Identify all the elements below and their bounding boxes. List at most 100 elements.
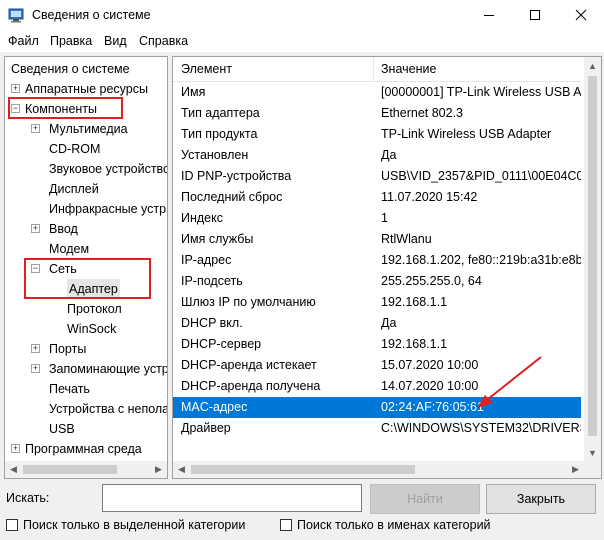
tree-item-label: Печать <box>49 382 90 396</box>
cell-value: RtlWlanu <box>381 232 432 246</box>
cell-item: Драйвер <box>181 421 231 435</box>
menu-bar: Файл Правка Вид Справка <box>0 30 604 52</box>
expand-icon[interactable]: + <box>11 444 20 453</box>
minimize-button[interactable] <box>466 0 512 30</box>
tree-item-label: USB <box>49 422 75 436</box>
search-input[interactable] <box>102 484 362 512</box>
table-row[interactable]: DHCP вкл. Да <box>173 313 581 334</box>
table-row[interactable]: Последний сброс 11.07.2020 15:42 <box>173 187 581 208</box>
cell-item: DHCP-сервер <box>181 337 262 351</box>
scroll-down-icon[interactable]: ▼ <box>584 444 601 461</box>
column-divider[interactable] <box>373 57 374 81</box>
tree-item-label: Программная среда <box>25 442 142 456</box>
expand-icon[interactable]: + <box>31 124 40 133</box>
expand-icon[interactable]: + <box>31 344 40 353</box>
close-window-button[interactable] <box>558 0 604 30</box>
maximize-button[interactable] <box>512 0 558 30</box>
tree-item-label: Устройства с непола <box>49 402 168 416</box>
tree-item-label: Порты <box>49 342 87 356</box>
tree-item-label: Мультимедиа <box>49 122 128 136</box>
table-row[interactable]: Установлен Да <box>173 145 581 166</box>
annotation-highlight-network <box>24 258 151 299</box>
scroll-up-icon[interactable]: ▲ <box>584 57 601 74</box>
cell-item: MAC-адрес <box>181 400 248 414</box>
table-row[interactable]: Тип продукта TP-Link Wireless USB Adapter <box>173 124 581 145</box>
cell-value: [00000001] TP-Link Wireless USB A <box>381 85 581 99</box>
cell-value: USB\VID_2357&PID_0111\00E04C00 <box>381 169 581 183</box>
table-row[interactable]: IP-адрес 192.168.1.202, fe80::219b:a31b:e… <box>173 250 581 271</box>
details-table[interactable]: Элемент Значение Имя [00000001] TP-Link W… <box>172 56 602 479</box>
scroll-left-icon[interactable]: ◀ <box>5 461 22 478</box>
cell-value: Да <box>381 316 397 330</box>
window-title: Сведения о системе <box>32 8 151 22</box>
cell-item: Имя <box>181 85 206 99</box>
cell-item: Имя службы <box>181 232 254 246</box>
tree-horizontal-scrollbar[interactable]: ◀ ▶ <box>5 461 167 478</box>
cell-item: IP-адрес <box>181 253 232 267</box>
cell-item: DHCP-аренда истекает <box>181 358 317 372</box>
column-header-value[interactable]: Значение <box>381 62 436 76</box>
annotation-arrow <box>477 356 542 408</box>
tree-item-label: CD-ROM <box>49 142 101 156</box>
close-icon <box>575 9 587 21</box>
cell-item: DHCP вкл. <box>181 316 243 330</box>
menu-help[interactable]: Справка <box>139 34 188 48</box>
cell-value: Да <box>381 148 397 162</box>
scroll-thumb[interactable] <box>191 465 415 474</box>
tree-item-label: Сведения о системе <box>11 62 130 76</box>
scroll-thumb[interactable] <box>23 465 117 474</box>
checkbox-box[interactable] <box>6 519 18 531</box>
cell-item: Тип продукта <box>181 127 258 141</box>
maximize-icon <box>530 10 540 20</box>
checkbox-label: Поиск только в именах категорий <box>297 518 491 532</box>
search-label: Искать: <box>6 491 50 505</box>
cell-item: Шлюз IP по умолчанию <box>181 295 316 309</box>
checkbox-box[interactable] <box>280 519 292 531</box>
scroll-thumb[interactable] <box>588 76 597 436</box>
tree-item-label: Запоминающие устр <box>49 362 168 376</box>
tree-item-label: WinSock <box>67 322 117 336</box>
find-button[interactable]: Найти <box>370 484 480 514</box>
table-row[interactable]: Тип адаптера Ethernet 802.3 <box>173 103 581 124</box>
column-header-item[interactable]: Элемент <box>181 62 232 76</box>
tree-item-label: Звуковое устройство <box>49 162 168 176</box>
cell-value: 192.168.1.202, fe80::219b:a31b:e8b <box>381 253 581 267</box>
tree-item-label: Инфракрасные устр <box>49 202 167 216</box>
table-row[interactable]: IP-подсеть 255.255.255.0, 64 <box>173 271 581 292</box>
cell-value: 255.255.255.0, 64 <box>381 274 482 288</box>
expand-icon[interactable]: + <box>31 224 40 233</box>
scroll-right-icon[interactable]: ▶ <box>567 461 584 478</box>
table-row[interactable]: Имя [00000001] TP-Link Wireless USB A <box>173 82 581 103</box>
cell-item: ID PNP-устройства <box>181 169 292 183</box>
expand-icon[interactable]: + <box>31 364 40 373</box>
minimize-icon <box>484 15 494 16</box>
close-button[interactable]: Закрыть <box>486 484 596 514</box>
system-info-icon <box>8 8 24 23</box>
table-row[interactable]: Имя службы RtlWlanu <box>173 229 581 250</box>
tree-item-label: Модем <box>49 242 90 256</box>
scroll-left-icon[interactable]: ◀ <box>173 461 190 478</box>
tree-item-label: Ввод <box>49 222 78 236</box>
menu-file[interactable]: Файл <box>8 34 39 48</box>
table-row[interactable]: Драйвер C:\WINDOWS\SYSTEM32\DRIVERS <box>173 418 581 439</box>
cell-item: DHCP-аренда получена <box>181 379 321 393</box>
scroll-right-icon[interactable]: ▶ <box>150 461 167 478</box>
table-vertical-scrollbar[interactable]: ▲ ▼ <box>584 57 601 461</box>
cell-item: Тип адаптера <box>181 106 260 120</box>
scrollbar-corner <box>584 461 601 478</box>
table-row[interactable]: Индекс 1 <box>173 208 581 229</box>
cell-item: Индекс <box>181 211 223 225</box>
menu-view[interactable]: Вид <box>104 34 127 48</box>
tree-item-label: Протокол <box>67 302 122 316</box>
menu-edit[interactable]: Правка <box>50 34 92 48</box>
table-row[interactable]: Шлюз IP по умолчанию 192.168.1.1 <box>173 292 581 313</box>
table-row[interactable]: ID PNP-устройства USB\VID_2357&PID_0111\0… <box>173 166 581 187</box>
cell-value: 11.07.2020 15:42 <box>381 190 478 204</box>
cell-item: IP-подсеть <box>181 274 243 288</box>
expand-icon[interactable]: + <box>11 84 20 93</box>
table-horizontal-scrollbar[interactable]: ◀ ▶ <box>173 461 584 478</box>
cell-value: TP-Link Wireless USB Adapter <box>381 127 552 141</box>
cell-value: Ethernet 802.3 <box>381 106 464 120</box>
annotation-highlight-components <box>8 97 123 119</box>
tree-item-label: Аппаратные ресурсы <box>25 82 148 96</box>
